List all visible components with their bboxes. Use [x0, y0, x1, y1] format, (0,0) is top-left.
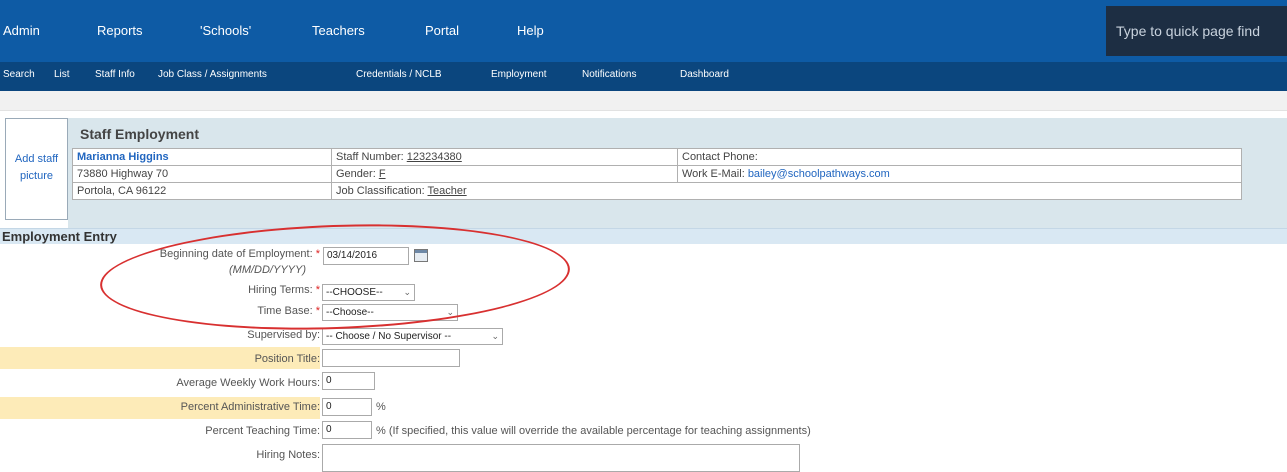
- gender-value: F: [378, 168, 386, 180]
- subnav-employment[interactable]: Employment: [491, 62, 547, 91]
- staff-number-label: Staff Number:: [336, 151, 404, 163]
- supervised-by-select[interactable]: -- Choose / No Supervisor -- ⌄: [322, 328, 503, 345]
- subnav-credentials[interactable]: Credentials / NCLB: [356, 62, 442, 91]
- toolbar-strip: [0, 91, 1287, 111]
- pct-admin-input[interactable]: 0: [322, 398, 372, 416]
- job-class-value: Teacher: [427, 185, 467, 197]
- subnav-list[interactable]: List: [54, 62, 70, 91]
- nav-help[interactable]: Help: [517, 0, 544, 62]
- top-nav: Admin Reports 'Schools' Teachers Portal …: [0, 0, 1287, 62]
- staff-number-value: 123234380: [406, 151, 462, 163]
- job-class-label: Job Classification:: [336, 185, 425, 197]
- staff-name[interactable]: Marianna Higgins: [77, 151, 169, 163]
- avg-hours-label: Average Weekly Work Hours:: [176, 377, 320, 389]
- pct-teach-label: Percent Teaching Time:: [205, 425, 320, 437]
- chevron-down-icon: ⌄: [491, 331, 499, 341]
- work-email-label: Work E-Mail:: [682, 168, 745, 180]
- avg-hours-input[interactable]: 0: [322, 372, 375, 390]
- add-staff-picture-link[interactable]: Add staff picture: [5, 118, 68, 220]
- staff-info-table: Marianna Higgins Staff Number: 123234380…: [72, 148, 1242, 200]
- pct-teach-note: % (If specified, this value will overrid…: [376, 425, 811, 437]
- hiring-notes-textarea[interactable]: [322, 444, 800, 472]
- position-title-label: Position Title:: [254, 353, 320, 365]
- gender-label: Gender:: [336, 168, 376, 180]
- contact-phone-label: Contact Phone:: [682, 151, 758, 163]
- nav-admin[interactable]: Admin: [3, 0, 40, 62]
- page-title: Staff Employment: [80, 126, 200, 142]
- subnav-staff-info[interactable]: Staff Info: [95, 62, 135, 91]
- subnav-dashboard[interactable]: Dashboard: [680, 62, 729, 91]
- subnav-job-class[interactable]: Job Class / Assignments: [158, 62, 267, 91]
- sub-nav: Search List Staff Info Job Class / Assig…: [0, 62, 1287, 91]
- pct-teach-input[interactable]: 0: [322, 421, 372, 439]
- nav-reports[interactable]: Reports: [97, 0, 143, 62]
- supervised-by-value: -- Choose / No Supervisor --: [326, 331, 452, 342]
- position-title-input[interactable]: [322, 349, 460, 367]
- quick-find-input[interactable]: Type to quick page find: [1106, 6, 1287, 56]
- nav-teachers[interactable]: Teachers: [312, 0, 365, 62]
- hiring-notes-label: Hiring Notes:: [256, 449, 320, 461]
- address-line-2: Portola, CA 96122: [77, 185, 167, 197]
- pct-admin-label: Percent Administrative Time:: [180, 401, 320, 413]
- work-email-link[interactable]: bailey@schoolpathways.com: [748, 168, 890, 180]
- nav-schools[interactable]: 'Schools': [200, 0, 251, 62]
- address-line-1: 73880 Highway 70: [77, 168, 169, 180]
- nav-portal[interactable]: Portal: [425, 0, 459, 62]
- pct-admin-suffix: %: [376, 401, 386, 413]
- subnav-notifications[interactable]: Notifications: [582, 62, 636, 91]
- supervised-by-label: Supervised by:: [247, 329, 320, 341]
- subnav-search[interactable]: Search: [3, 62, 35, 91]
